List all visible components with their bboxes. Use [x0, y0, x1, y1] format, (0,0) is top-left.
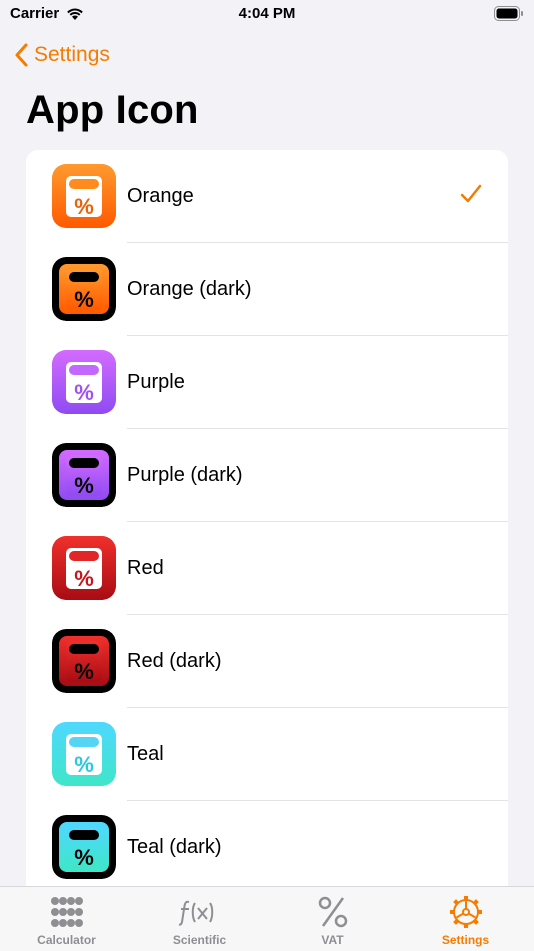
svg-text:%: %	[74, 659, 94, 684]
clock: 4:04 PM	[238, 5, 296, 22]
app-icon-label: Purple (dark)	[127, 464, 243, 486]
tab-label-calculator: Calculator	[37, 933, 96, 947]
svg-text:%: %	[74, 287, 94, 312]
app-icon-label: Orange (dark)	[127, 278, 252, 300]
app-icon-label: Teal (dark)	[127, 836, 222, 858]
tab-label-settings: Settings	[441, 933, 490, 947]
tab-bar: Calculator Scientific VAT Settings	[0, 886, 534, 951]
tab-calculator[interactable]: Calculator	[0, 887, 133, 951]
svg-text:%: %	[74, 566, 94, 591]
app-icon-label: Red (dark)	[127, 650, 222, 672]
tab-settings[interactable]: Settings	[399, 887, 532, 951]
calculator-percent-icon: %	[52, 536, 116, 600]
page-title: App Icon	[26, 88, 199, 132]
app-icon-label: Purple	[127, 371, 185, 393]
tab-label-scientific: Scientific	[172, 933, 227, 947]
tab-label-vat: VAT	[321, 933, 344, 947]
calculator-percent-icon: %	[52, 815, 116, 879]
svg-text:%: %	[74, 380, 94, 405]
checkmark-icon	[460, 184, 482, 209]
battery-icon	[494, 6, 524, 25]
app-icon-row[interactable]: % Red (dark)	[26, 615, 508, 708]
app-icon-row[interactable]: % Purple	[26, 336, 508, 429]
calculator-percent-icon: %	[52, 257, 116, 321]
svg-text:%: %	[74, 752, 94, 777]
status-bar: Carrier 4:04 PM	[0, 0, 534, 30]
app-icon-row[interactable]: % Orange (dark)	[26, 243, 508, 336]
function-icon	[133, 895, 266, 929]
gear-icon	[399, 895, 532, 929]
tab-scientific[interactable]: Scientific	[133, 887, 266, 951]
back-button[interactable]: Settings	[14, 38, 110, 72]
app-icon-label: Orange	[127, 185, 194, 207]
app-icon-row[interactable]: % Purple (dark)	[26, 429, 508, 522]
percent-icon	[266, 895, 399, 929]
app-icon-row[interactable]: % Red	[26, 522, 508, 615]
calculator-percent-icon: %	[52, 350, 116, 414]
chevron-left-icon	[15, 43, 28, 67]
svg-text:%: %	[74, 845, 94, 870]
app-icon-list: % Orange % Orange (dark) % Purple % Purp…	[26, 150, 508, 886]
tab-vat[interactable]: VAT	[266, 887, 399, 951]
keypad-grid-icon	[0, 895, 133, 929]
calculator-percent-icon: %	[52, 629, 116, 693]
app-icon-row[interactable]: % Orange	[26, 150, 508, 243]
app-icon-label: Red	[127, 557, 164, 579]
app-icon-row[interactable]: % Teal (dark)	[26, 801, 508, 886]
app-icon-row[interactable]: % Teal	[26, 708, 508, 801]
back-label: Settings	[34, 43, 110, 66]
app-icon-label: Teal	[127, 743, 164, 765]
svg-text:%: %	[74, 473, 94, 498]
svg-text:%: %	[74, 194, 94, 219]
calculator-percent-icon: %	[52, 443, 116, 507]
calculator-percent-icon: %	[52, 164, 116, 228]
calculator-percent-icon: %	[52, 722, 116, 786]
